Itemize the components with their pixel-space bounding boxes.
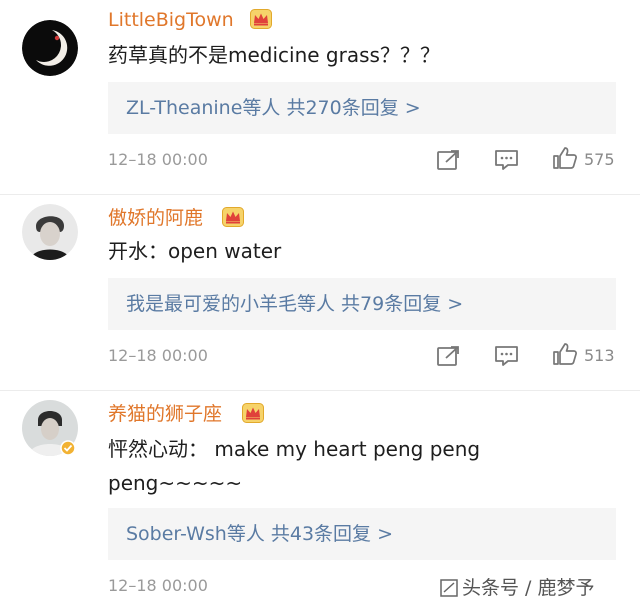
comment-item: LittleBigTown 药草真的不是medicine grass？？？ ZL… — [0, 0, 640, 196]
comment-time: 12–18 00:00 — [108, 576, 208, 595]
watermark-text: 头条号 / 鹿梦予 — [462, 577, 595, 599]
comment-time: 12–18 00:00 — [108, 346, 208, 365]
watermark: 头条号 / 鹿梦予 — [440, 576, 594, 600]
share-icon[interactable] — [436, 148, 462, 172]
comment-text-line: 药草真的不是medicine grass？？？ — [108, 43, 440, 67]
avatar[interactable] — [22, 204, 78, 260]
comment-text-line: 怦然心动： make my heart peng peng — [108, 437, 481, 461]
reply-summary-box[interactable]: Sober-Wsh等人 共43条回复 > — [108, 508, 616, 560]
portrait-avatar-verified-icon — [22, 400, 78, 456]
comment-text-line: 开水：open water — [108, 239, 282, 263]
like-count: 575 — [584, 150, 615, 169]
dark-crescent-avatar-icon — [22, 20, 78, 76]
like-icon[interactable] — [552, 146, 578, 170]
crown-icon — [242, 403, 264, 423]
divider — [0, 390, 640, 391]
reply-summary-link[interactable]: ZL-Theanine等人 共270条回复 > — [126, 96, 421, 120]
comment-time: 12–18 00:00 — [108, 150, 208, 169]
watermark-logo-icon — [440, 579, 458, 597]
reply-summary-link[interactable]: Sober-Wsh等人 共43条回复 > — [126, 522, 393, 546]
avatar[interactable] — [22, 20, 78, 76]
comment-icon[interactable] — [494, 344, 520, 368]
avatar[interactable] — [22, 400, 78, 456]
divider — [0, 194, 640, 195]
portrait-avatar-icon — [22, 204, 78, 260]
reply-summary-box[interactable]: 我是最可爱的小羊毛等人 共79条回复 > — [108, 278, 616, 330]
comment-text-line: peng~~~~~ — [108, 471, 243, 495]
comment-icon[interactable] — [494, 148, 520, 172]
reply-summary-link[interactable]: 我是最可爱的小羊毛等人 共79条回复 > — [126, 292, 463, 316]
username[interactable]: 傲娇的阿鹿 — [108, 206, 203, 230]
reply-summary-box[interactable]: ZL-Theanine等人 共270条回复 > — [108, 82, 616, 134]
crown-icon — [222, 207, 244, 227]
username[interactable]: 养猫的狮子座 — [108, 402, 222, 426]
like-icon[interactable] — [552, 342, 578, 366]
like-count: 513 — [584, 346, 615, 365]
username[interactable]: LittleBigTown — [108, 8, 234, 32]
comment-item: 傲娇的阿鹿 开水：open water 我是最可爱的小羊毛等人 共79条回复 >… — [0, 196, 640, 392]
crown-icon — [250, 9, 272, 29]
share-icon[interactable] — [436, 344, 462, 368]
